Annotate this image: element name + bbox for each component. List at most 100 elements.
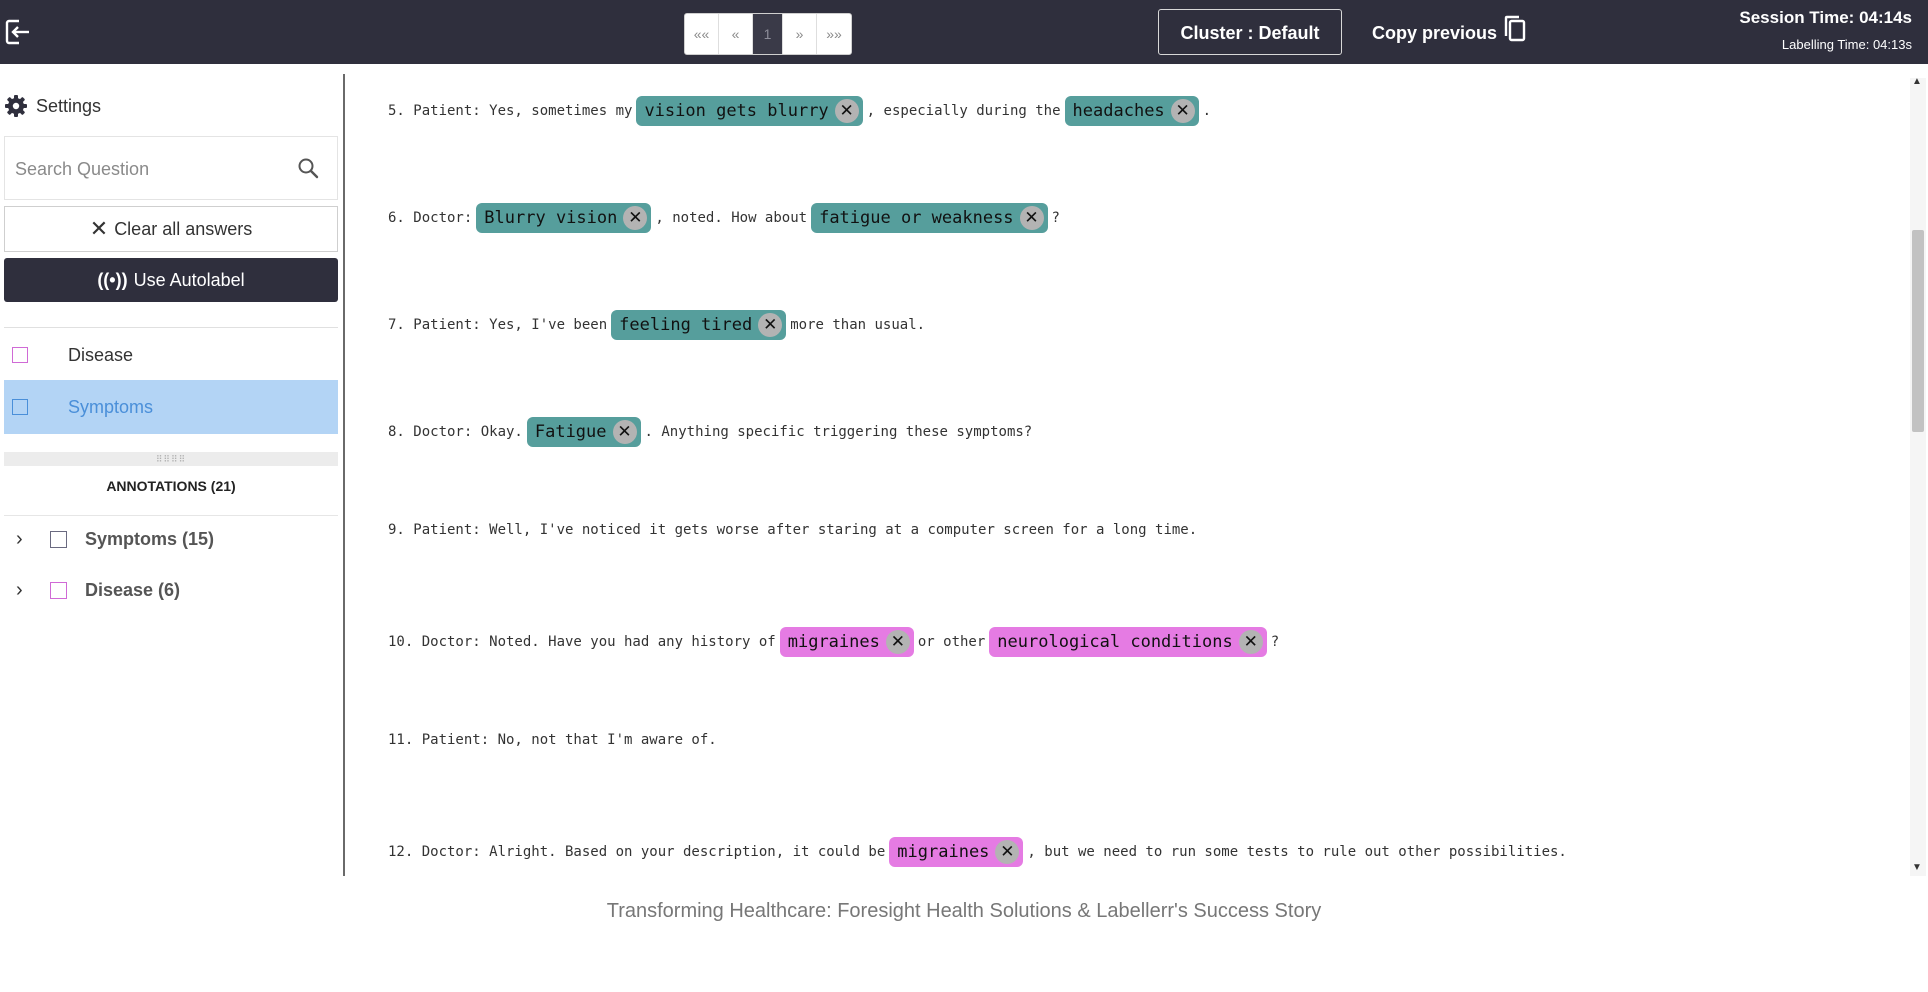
tag-text: vision gets blurry: [644, 101, 829, 121]
exit-icon[interactable]: [4, 18, 34, 48]
transcript-line: 8. Doctor: Okay. Fatigue ✕ . Anything spe…: [388, 417, 1032, 447]
annotation-group-label: Disease (6): [85, 580, 181, 600]
remove-tag-icon[interactable]: ✕: [612, 420, 637, 444]
session-time: Session Time: 04:14s: [1739, 8, 1912, 27]
remove-tag-icon[interactable]: ✕: [834, 99, 859, 123]
transcript-line: 11. Patient: No, not that I'm aware of.: [388, 732, 717, 748]
transcript-line: 5. Patient: Yes, sometimes my vision get…: [388, 96, 1211, 126]
search-icon[interactable]: [297, 157, 319, 179]
caption: Transforming Healthcare: Foresight Healt…: [606, 900, 1322, 922]
copy-icon: [1504, 15, 1526, 42]
chevron-right-icon[interactable]: ›: [16, 579, 36, 602]
remove-tag-icon[interactable]: ✕: [758, 313, 783, 337]
line-text: ?: [1270, 634, 1280, 650]
chevron-right-icon[interactable]: ›: [16, 528, 36, 551]
annotation-group-disease[interactable]: › Disease (6): [16, 579, 180, 602]
disease-group-checkbox[interactable]: [50, 582, 67, 599]
use-autolabel-button[interactable]: ((•)) Use Autolabel: [4, 258, 338, 302]
symptoms-checkbox[interactable]: [12, 399, 28, 415]
line-text: 7. Patient: Yes, I've been: [388, 317, 608, 333]
search-input[interactable]: [13, 155, 287, 183]
scroll-up-arrow[interactable]: ▲: [1912, 76, 1922, 87]
settings-label: Settings: [36, 95, 102, 116]
clear-all-label: Clear all answers: [114, 218, 253, 239]
annotations-header: ANNOTATIONS (21): [106, 478, 236, 494]
scrollbar[interactable]: [1910, 78, 1926, 876]
last-page-button[interactable]: »»: [817, 14, 851, 54]
transcript-panel: 5. Patient: Yes, sometimes my vision get…: [388, 70, 1900, 876]
current-page: 1: [753, 14, 783, 54]
disease-tag[interactable]: neurological conditions ✕: [989, 627, 1267, 657]
scrollbar-thumb[interactable]: [1912, 230, 1924, 432]
disease-checkbox[interactable]: [12, 347, 28, 363]
label-disease-text: Disease: [68, 344, 134, 365]
label-disease[interactable]: Disease: [4, 328, 338, 382]
remove-tag-icon[interactable]: ✕: [1019, 206, 1044, 230]
line-text: 5. Patient: Yes, sometimes my: [388, 103, 633, 119]
transcript-line: 10. Doctor: Noted. Have you had any hist…: [388, 627, 1279, 657]
top-bar: «« « 1 » »» Cluster : Default Copy previ…: [0, 0, 1928, 64]
remove-tag-icon[interactable]: ✕: [885, 630, 910, 654]
disease-tag[interactable]: migraines ✕: [889, 837, 1024, 867]
copy-previous-label: Copy previous: [1372, 23, 1498, 43]
broadcast-icon: ((•)): [97, 269, 128, 290]
remove-tag-icon[interactable]: ✕: [1170, 99, 1195, 123]
tag-text: neurological conditions: [997, 632, 1233, 652]
annotation-group-label: Symptoms (15): [85, 529, 215, 549]
line-text: 11. Patient: No, not that I'm aware of.: [388, 732, 717, 748]
gear-icon: [5, 95, 27, 117]
sidebar-divider[interactable]: [343, 74, 345, 876]
clear-all-answers-button[interactable]: ✕ Clear all answers: [4, 206, 338, 252]
line-text: ?: [1051, 210, 1060, 226]
line-text: 6. Doctor:: [388, 210, 473, 226]
settings-button[interactable]: Settings: [4, 94, 101, 118]
line-text: , but we need to run some tests to rule …: [1027, 844, 1567, 860]
copy-previous-button[interactable]: Copy previous: [1372, 15, 1527, 48]
line-text: or other: [917, 634, 986, 650]
remove-tag-icon[interactable]: ✕: [995, 840, 1020, 864]
autolabel-label: Use Autolabel: [133, 269, 245, 290]
line-text: . Anything specific triggering these sym…: [644, 424, 1033, 440]
line-text: , noted. How about: [655, 210, 808, 226]
next-page-button[interactable]: »: [783, 14, 817, 54]
first-page-button[interactable]: ««: [685, 14, 719, 54]
line-text: .: [1202, 103, 1212, 119]
tag-text: feeling tired: [619, 315, 753, 335]
search-box: [4, 136, 338, 200]
label-symptoms-text: Symptoms: [68, 396, 154, 417]
labelling-time: Labelling Time: 04:13s: [1781, 37, 1912, 52]
tag-text: Blurry vision: [484, 208, 618, 228]
line-text: 12. Doctor: Alright. Based on your descr…: [388, 844, 886, 860]
transcript-line: 9. Patient: Well, I've noticed it gets w…: [388, 522, 1197, 538]
transcript-line: 6. Doctor: Blurry vision ✕ , noted. How a…: [388, 203, 1060, 233]
transcript-line: 12. Doctor: Alright. Based on your descr…: [388, 837, 1567, 867]
line-text: 10. Doctor: Noted. Have you had any hist…: [388, 634, 776, 650]
scroll-down-arrow[interactable]: ▼: [1912, 862, 1922, 873]
label-symptoms[interactable]: Symptoms: [4, 380, 338, 434]
cluster-button[interactable]: Cluster : Default: [1158, 9, 1342, 55]
line-text: 9. Patient: Well, I've noticed it gets w…: [388, 522, 1198, 538]
symptom-tag[interactable]: headaches ✕: [1064, 96, 1199, 126]
line-text: , especially during the: [866, 103, 1061, 119]
tag-text: migraines: [787, 632, 880, 652]
prev-page-button[interactable]: «: [719, 14, 753, 54]
tag-text: Fatigue: [534, 422, 607, 442]
symptom-tag[interactable]: Fatigue ✕: [526, 417, 641, 447]
separator: [4, 515, 338, 516]
resize-handle[interactable]: ⠿⠿⠿⠿: [4, 452, 338, 466]
tag-text: fatigue or weakness: [819, 208, 1014, 228]
disease-tag[interactable]: migraines ✕: [779, 627, 914, 657]
symptom-tag[interactable]: feeling tired ✕: [611, 310, 787, 340]
symptom-tag[interactable]: Blurry vision ✕: [476, 203, 652, 233]
annotation-group-symptoms[interactable]: › Symptoms (15): [16, 528, 214, 551]
symptoms-group-checkbox[interactable]: [50, 531, 67, 548]
remove-tag-icon[interactable]: ✕: [1238, 630, 1263, 654]
transcript-line: 7. Patient: Yes, I've been feeling tired…: [388, 310, 925, 340]
symptom-tag[interactable]: vision gets blurry ✕: [636, 96, 863, 126]
line-text: 8. Doctor: Okay.: [388, 424, 523, 440]
pagination: «« « 1 » »»: [684, 13, 852, 55]
tag-text: migraines: [897, 842, 990, 862]
tag-text: headaches: [1072, 101, 1165, 121]
remove-tag-icon[interactable]: ✕: [623, 206, 648, 230]
symptom-tag[interactable]: fatigue or weakness ✕: [811, 203, 1048, 233]
